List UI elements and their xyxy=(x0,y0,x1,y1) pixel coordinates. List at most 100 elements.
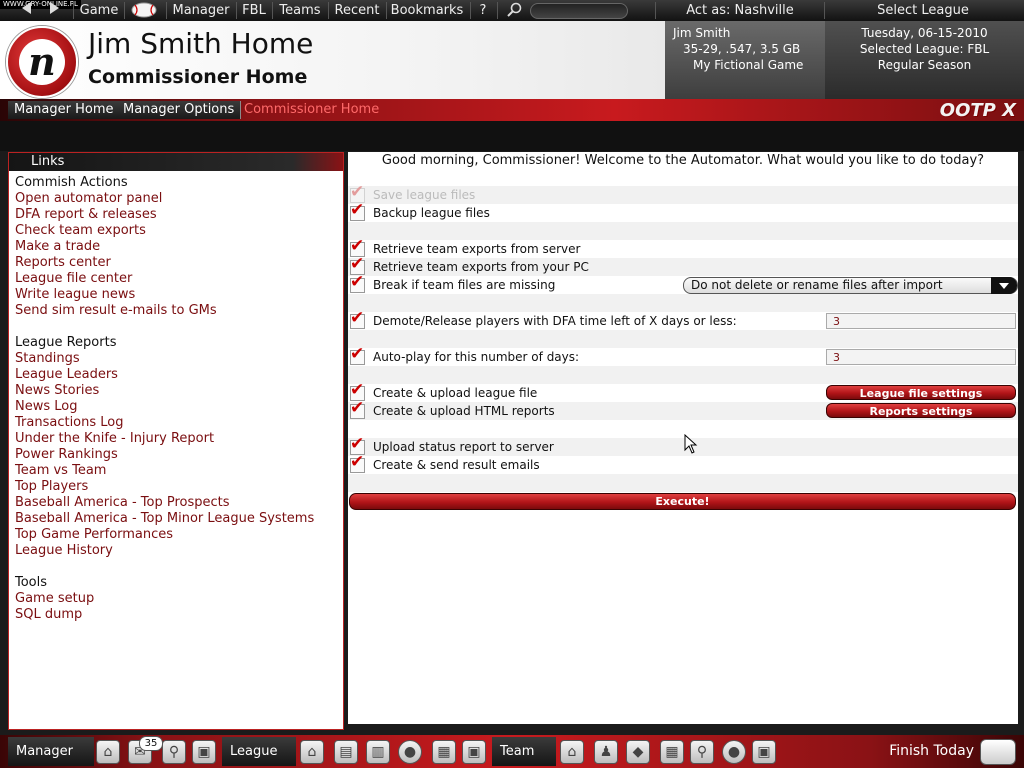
link-transactions-log[interactable]: Transactions Log xyxy=(15,415,335,431)
home-icon[interactable]: ⌂ xyxy=(300,740,324,764)
dfa-days-input[interactable]: 3 xyxy=(826,313,1016,329)
send-result-emails-checkbox[interactable]: ✔ xyxy=(350,454,365,473)
links-list: Commish Actions Open automator panel DFA… xyxy=(15,175,335,623)
selected-league: Selected League: FBL xyxy=(859,42,990,56)
menu-game[interactable]: Game xyxy=(78,0,120,21)
select-league-button[interactable]: Select League xyxy=(828,0,1018,21)
home-icon[interactable]: ⌂ xyxy=(96,740,120,764)
spacer-row xyxy=(348,474,1018,492)
link-injury-report[interactable]: Under the Knife - Injury Report xyxy=(15,431,335,447)
manager-section-label[interactable]: Manager xyxy=(8,737,94,766)
clipboard-icon[interactable]: ▦ xyxy=(432,740,456,764)
tab-manager-options[interactable]: Manager Options xyxy=(117,101,242,119)
camera-icon[interactable]: ▣ xyxy=(462,740,486,764)
spacer-row xyxy=(348,366,1018,384)
tab-manager-home[interactable]: Manager Home xyxy=(8,101,121,119)
link-standings[interactable]: Standings xyxy=(15,351,335,367)
menu-manager[interactable]: Manager xyxy=(170,0,232,21)
search-icon[interactable]: ⚲ xyxy=(162,740,186,764)
break-if-missing-checkbox[interactable]: ✔ xyxy=(350,274,365,293)
link-power-rankings[interactable]: Power Rankings xyxy=(15,447,335,463)
link-check-team-exports[interactable]: Check team exports xyxy=(15,223,335,239)
home-icon[interactable]: ⌂ xyxy=(560,740,584,764)
option-label: Retrieve team exports from server xyxy=(373,242,581,256)
clipboard-icon[interactable]: ▦ xyxy=(660,740,684,764)
back-arrow-icon[interactable] xyxy=(22,2,31,14)
link-top-players[interactable]: Top Players xyxy=(15,479,335,495)
link-open-automator-panel[interactable]: Open automator panel xyxy=(15,191,335,207)
act-as-selector[interactable]: Act as: Nashville xyxy=(660,0,820,21)
league-file-settings-button[interactable]: League file settings xyxy=(826,385,1016,400)
automator-panel: Good morning, Commissioner! Welcome to t… xyxy=(348,152,1018,724)
menu-teams[interactable]: Teams xyxy=(276,0,324,21)
upload-html-reports-checkbox[interactable]: ✔ xyxy=(350,400,365,419)
baseball-icon[interactable]: ● xyxy=(398,740,422,764)
forward-arrow-icon[interactable] xyxy=(50,2,59,14)
current-date: Tuesday, 06-15-2010 xyxy=(861,26,988,40)
link-news-log[interactable]: News Log xyxy=(15,399,335,415)
link-news-stories[interactable]: News Stories xyxy=(15,383,335,399)
link-league-file-center[interactable]: League file center xyxy=(15,271,335,287)
link-league-history[interactable]: League History xyxy=(15,543,335,559)
menu-fbl[interactable]: FBL xyxy=(240,0,268,21)
coin-icon[interactable]: ● xyxy=(722,740,746,764)
link-send-sim-emails[interactable]: Send sim result e-mails to GMs xyxy=(15,303,335,319)
player-icon[interactable]: ♟ xyxy=(594,740,618,764)
top-menu-bar: WWW.GRY-ONLINE.PL Game Manager FBL Teams… xyxy=(0,0,1024,22)
menu-bookmarks[interactable]: Bookmarks xyxy=(390,0,464,21)
search-icon[interactable] xyxy=(505,0,523,21)
link-write-league-news[interactable]: Write league news xyxy=(15,287,335,303)
autoplay-days-input[interactable]: 3 xyxy=(826,349,1016,365)
menu-help[interactable]: ? xyxy=(475,0,491,21)
search-icon[interactable]: ⚲ xyxy=(690,740,714,764)
search-input[interactable] xyxy=(530,3,628,19)
import-option-value: Do not delete or rename files after impo… xyxy=(691,278,943,292)
league-section-label[interactable]: League xyxy=(222,737,296,766)
menu-recent[interactable]: Recent xyxy=(332,0,382,21)
link-make-trade[interactable]: Make a trade xyxy=(15,239,335,255)
option-row: ✔ Retrieve team exports from server xyxy=(348,238,1018,258)
team-section-label[interactable]: Team xyxy=(492,737,556,766)
auto-play-checkbox[interactable]: ✔ xyxy=(350,346,365,365)
trash-icon[interactable]: ▤ xyxy=(334,740,358,764)
option-label: Create & upload league file xyxy=(373,386,538,400)
link-dfa-report[interactable]: DFA report & releases xyxy=(15,207,335,223)
link-top-prospects[interactable]: Baseball America - Top Prospects xyxy=(15,495,335,511)
section-header: Commish Actions xyxy=(15,175,128,190)
link-game-setup[interactable]: Game setup xyxy=(15,591,335,607)
option-row: ✔ Create & upload HTML reports Reports s… xyxy=(348,400,1018,420)
option-label: Save league files xyxy=(373,188,476,202)
camera-icon[interactable]: ▣ xyxy=(192,740,216,764)
camera-icon[interactable]: ▣ xyxy=(752,740,776,764)
finish-today-button[interactable]: Finish Today xyxy=(889,735,974,768)
spacer-row xyxy=(348,294,1018,312)
bar-chart-icon[interactable]: ▥ xyxy=(366,740,390,764)
execute-button[interactable]: Execute! xyxy=(349,493,1016,510)
backup-league-files-checkbox[interactable]: ✔ xyxy=(350,202,365,221)
link-top-minor-league-systems[interactable]: Baseball America - Top Minor League Syst… xyxy=(15,511,335,527)
option-row: ✔ Backup league files xyxy=(348,202,1018,222)
option-label: Break if team files are missing xyxy=(373,278,556,292)
links-heading: Links xyxy=(9,153,343,171)
greeting-text: Good morning, Commissioner! Welcome to t… xyxy=(381,153,985,168)
chevron-down-icon[interactable] xyxy=(991,277,1017,294)
baseball-icon[interactable] xyxy=(980,739,1016,765)
link-reports-center[interactable]: Reports center xyxy=(15,255,335,271)
option-label: Demote/Release players with DFA time lef… xyxy=(373,314,737,328)
diamond-icon[interactable]: ◆ xyxy=(626,740,650,764)
option-label: Create & send result emails xyxy=(373,458,540,472)
spacer-row xyxy=(348,420,1018,438)
spacer-row xyxy=(348,330,1018,348)
import-option-select[interactable]: Do not delete or rename files after impo… xyxy=(683,277,1018,294)
link-league-leaders[interactable]: League Leaders xyxy=(15,367,335,383)
dfa-release-checkbox[interactable]: ✔ xyxy=(350,310,365,329)
link-sql-dump[interactable]: SQL dump xyxy=(15,607,335,623)
link-team-vs-team[interactable]: Team vs Team xyxy=(15,463,335,479)
link-top-game-performances[interactable]: Top Game Performances xyxy=(15,527,335,543)
mouse-cursor-icon xyxy=(684,434,698,454)
sub-toolbar xyxy=(0,121,1024,151)
tab-commissioner-home[interactable]: Commissioner Home xyxy=(238,101,385,119)
baseball-icon[interactable] xyxy=(130,0,158,21)
option-row: ✔ Upload status report to server xyxy=(348,436,1018,456)
reports-settings-button[interactable]: Reports settings xyxy=(826,403,1016,418)
